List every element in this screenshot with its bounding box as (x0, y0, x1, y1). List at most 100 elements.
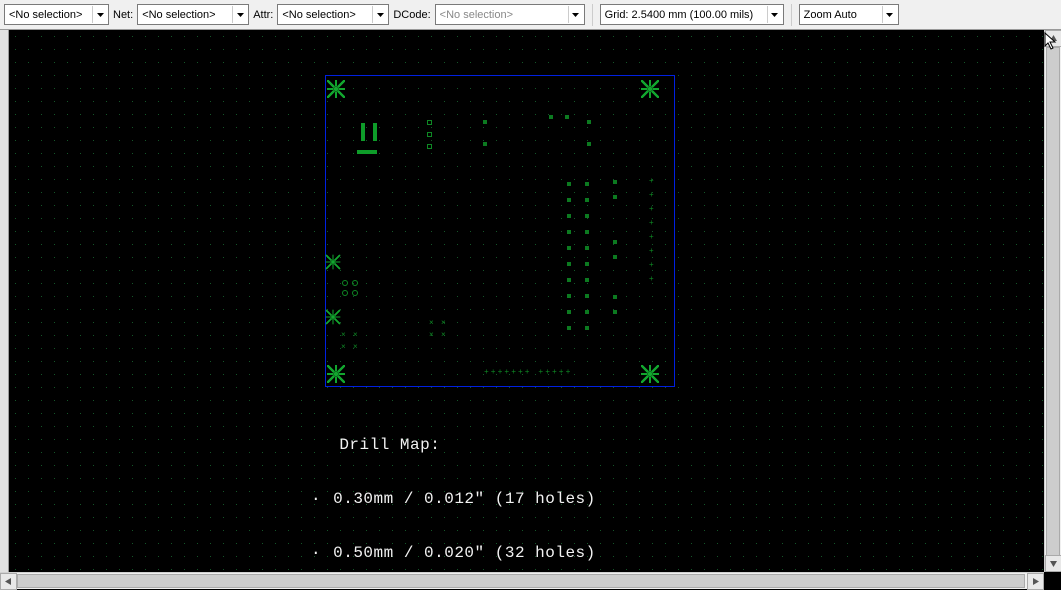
vertical-scrollbar[interactable] (1044, 30, 1061, 572)
drill-hole-icon (587, 120, 591, 124)
drill-hole-icon (585, 198, 589, 202)
drill-hole-icon: × (429, 332, 434, 338)
drill-hole-icon (427, 120, 432, 125)
scroll-right-button[interactable] (1027, 573, 1044, 590)
drill-hole-icon (483, 142, 487, 146)
toolbar-separator (791, 4, 792, 26)
drill-hole-icon (567, 230, 571, 234)
drill-hole-icon (327, 80, 345, 98)
scroll-left-button[interactable] (0, 573, 17, 590)
drill-hole-icon (567, 246, 571, 250)
drill-hole-icon: × (353, 344, 358, 350)
drill-hole-icon (567, 262, 571, 266)
attr-value: <No selection> (282, 9, 355, 21)
drill-hole-icon (483, 120, 487, 124)
net-value: <No selection> (142, 9, 215, 21)
drill-hole-icon (585, 310, 589, 314)
net-dropdown[interactable]: <No selection> (137, 4, 249, 25)
selection-value: <No selection> (9, 9, 82, 21)
drill-hole-icon (567, 214, 571, 218)
drill-hole-icon (613, 180, 617, 184)
chevron-down-icon (882, 6, 894, 23)
drill-hole-icon: × (429, 320, 434, 326)
legend-row: · 0.30mm / 0.012" (17 holes) (309, 490, 697, 508)
scroll-track[interactable] (1045, 47, 1061, 555)
attr-dropdown[interactable]: <No selection> (277, 4, 389, 25)
attr-label: Attr: (253, 9, 273, 21)
drill-hole-icon (585, 182, 589, 186)
top-toolbar: <No selection> Net: <No selection> Attr:… (0, 0, 1061, 30)
legend-title: Drill Map: (309, 436, 697, 454)
drill-hole-icon: + (649, 206, 654, 212)
chevron-down-icon (92, 6, 104, 23)
drill-hole-icon: × (441, 320, 446, 326)
legend-row: · 0.50mm / 0.020" (32 holes) (309, 544, 697, 562)
drill-hole-icon (327, 365, 345, 383)
drill-hole-icon: + (649, 192, 654, 198)
chevron-down-icon (372, 6, 384, 23)
drill-hole-icon (342, 280, 348, 286)
chevron-down-icon (568, 6, 580, 23)
selection-dropdown[interactable]: <No selection> (4, 4, 109, 25)
scroll-track[interactable] (17, 573, 1027, 589)
drill-hole-icon (585, 294, 589, 298)
drill-hole-icon (567, 310, 571, 314)
drill-hole-icon (326, 255, 340, 269)
drill-hole-icon (613, 310, 617, 314)
drill-hole-icon (613, 295, 617, 299)
board-outline (325, 75, 675, 387)
chevron-down-icon (232, 6, 244, 23)
drill-hole-icon (585, 230, 589, 234)
drill-hole-icon (352, 290, 358, 296)
drill-hole-icon (585, 262, 589, 266)
drill-hole-icon (585, 246, 589, 250)
drill-hole-icon (585, 214, 589, 218)
drill-hole-icon (567, 326, 571, 330)
drill-hole-icon (427, 132, 432, 137)
gerber-canvas[interactable]: +++++++ +++++ + + + + + + + + × × × × × … (9, 30, 1053, 589)
drill-slot (357, 150, 377, 154)
zoom-value: Zoom Auto (804, 9, 857, 21)
drill-hole-icon (567, 198, 571, 202)
drill-hole-icon (567, 182, 571, 186)
drill-hole-icon (567, 278, 571, 282)
dcode-dropdown[interactable]: <No selection> (435, 4, 585, 25)
dcode-label: DCode: (393, 9, 430, 21)
drill-map-legend: Drill Map: · 0.30mm / 0.012" (17 holes) … (309, 400, 697, 589)
drill-hole-icon (587, 142, 591, 146)
scroll-thumb[interactable] (17, 574, 1025, 588)
drill-hole-icon: + (649, 262, 654, 268)
scroll-thumb[interactable] (1046, 47, 1060, 557)
drill-hole-icon: × (353, 332, 358, 338)
scroll-down-button[interactable] (1045, 555, 1061, 572)
drill-hole-icon (342, 290, 348, 296)
net-label: Net: (113, 9, 133, 21)
drill-hole-icon: + (649, 220, 654, 226)
drill-hole-icon (613, 195, 617, 199)
drill-hole-icon: × (341, 332, 346, 338)
zoom-dropdown[interactable]: Zoom Auto (799, 4, 899, 25)
toolbar-separator (592, 4, 593, 26)
drill-slot (373, 123, 377, 141)
drill-hole-icon (565, 115, 569, 119)
drill-hole-icon (613, 255, 617, 259)
drill-hole-icon (585, 278, 589, 282)
drill-hole-icon (641, 80, 659, 98)
grid-value: Grid: 2.5400 mm (100.00 mils) (605, 9, 754, 21)
drill-hole-icon (352, 280, 358, 286)
drill-hole-icon (326, 310, 340, 324)
drill-slot (361, 123, 365, 141)
plus-row: +++++++ +++++ (484, 368, 572, 377)
drill-hole-icon (641, 365, 659, 383)
grid-dropdown[interactable]: Grid: 2.5400 mm (100.00 mils) (600, 4, 784, 25)
horizontal-scrollbar[interactable] (0, 572, 1044, 589)
dcode-value: <No selection> (440, 9, 513, 21)
drill-hole-icon: × (341, 344, 346, 350)
drill-hole-icon (427, 144, 432, 149)
vertical-ruler (0, 30, 9, 589)
scroll-up-button[interactable] (1045, 30, 1061, 47)
drill-hole-icon: + (649, 248, 654, 254)
drill-hole-icon (585, 326, 589, 330)
chevron-down-icon (767, 6, 779, 23)
drill-hole-icon (613, 240, 617, 244)
